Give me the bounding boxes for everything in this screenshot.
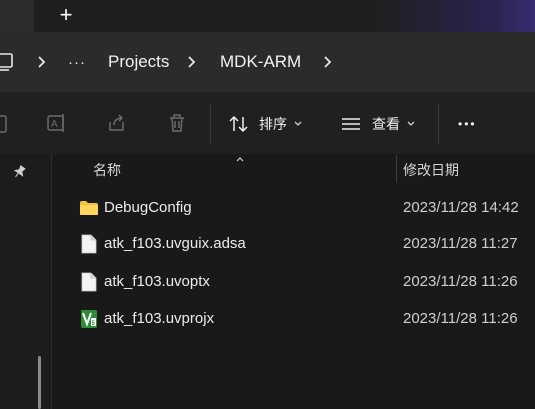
title-bar: +	[0, 0, 535, 32]
more-icon: ···	[68, 53, 86, 71]
chevron-right-icon[interactable]	[322, 53, 334, 71]
file-icon	[79, 234, 99, 254]
this-pc-icon[interactable]	[0, 52, 14, 72]
share-icon[interactable]	[106, 112, 128, 134]
breadcrumb-overflow-button[interactable]: ···	[68, 52, 86, 72]
toolbar-divider	[210, 104, 211, 144]
breadcrumb-projects[interactable]: Projects	[108, 52, 169, 72]
plus-icon: +	[59, 2, 73, 27]
sort-label: 排序	[259, 116, 287, 132]
svg-text:A: A	[51, 119, 58, 130]
view-list-icon	[342, 118, 360, 130]
folder-icon	[79, 198, 99, 218]
toolbar-divider	[438, 104, 439, 144]
column-header-name[interactable]: 名称	[93, 160, 121, 180]
more-options-button[interactable]: •••	[458, 110, 477, 138]
file-name: DebugConfig	[104, 199, 192, 216]
chevron-right-icon[interactable]	[186, 53, 198, 71]
file-row[interactable]: atk_f103.uvoptx 2023/11/28 11:26	[53, 264, 535, 300]
file-date: 2023/11/28 11:27	[403, 235, 518, 252]
file-date: 2023/11/28 14:42	[403, 199, 519, 216]
view-button[interactable]: 查看	[340, 110, 416, 138]
file-row[interactable]: 5 atk_f103.uvprojx 2023/11/28 11:26	[53, 301, 535, 337]
active-tab-edge[interactable]	[0, 0, 34, 32]
pin-icon[interactable]	[12, 165, 26, 179]
copy-icon[interactable]	[0, 112, 8, 134]
file-date: 2023/11/28 11:26	[403, 310, 518, 327]
sort-button[interactable]: 排序	[228, 110, 303, 138]
view-label: 查看	[372, 116, 400, 132]
chevron-right-icon[interactable]	[36, 53, 48, 71]
file-name: atk_f103.uvprojx	[104, 310, 215, 327]
file-name: atk_f103.uvoptx	[104, 273, 210, 290]
keil-project-icon: 5	[79, 309, 99, 329]
breadcrumb-mdk-arm[interactable]: MDK-ARM	[220, 52, 301, 72]
column-separator[interactable]	[396, 155, 397, 183]
column-header-date-modified[interactable]: 修改日期	[403, 160, 459, 180]
chevron-down-icon	[294, 121, 302, 126]
file-name: atk_f103.uvguix.adsa	[104, 235, 246, 252]
navigation-pane	[0, 154, 52, 409]
file-row[interactable]: atk_f103.uvguix.adsa 2023/11/28 11:27	[53, 226, 535, 262]
new-tab-button[interactable]: +	[52, 2, 80, 28]
sort-indicator-icon	[235, 150, 245, 162]
rename-icon[interactable]: A	[46, 112, 68, 134]
nav-scrollbar[interactable]	[38, 356, 41, 409]
file-row[interactable]: DebugConfig 2023/11/28 14:42	[53, 190, 535, 226]
file-date: 2023/11/28 11:26	[403, 273, 518, 290]
delete-icon[interactable]	[166, 112, 188, 134]
chevron-down-icon	[407, 121, 415, 126]
file-icon	[79, 272, 99, 292]
more-icon: •••	[458, 117, 477, 131]
sort-icon	[229, 115, 248, 133]
